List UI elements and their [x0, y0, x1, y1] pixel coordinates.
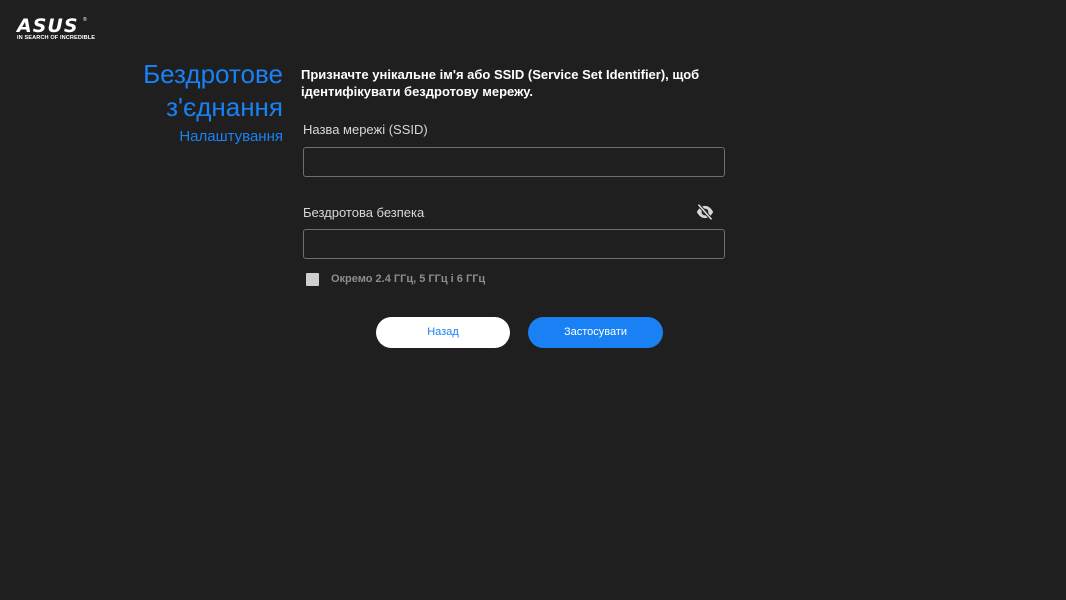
page-heading: Бездротове з'єднання Налаштування — [143, 58, 283, 146]
asus-logo: ASUS ® IN SEARCH OF INCREDIBLE — [17, 15, 96, 42]
page-title-line2: з'єднання — [166, 92, 283, 122]
page-title-line1: Бездротове — [143, 59, 283, 89]
eye-slash-icon[interactable] — [695, 203, 715, 221]
separate-bands-label: Окремо 2.4 ГГц, 5 ГГц і 6 ГГц — [331, 273, 486, 285]
page-subtitle: Налаштування — [179, 128, 283, 145]
ssid-input[interactable] — [303, 147, 725, 177]
ssid-label: Назва мережі (SSID) — [303, 122, 428, 137]
logo-tagline: IN SEARCH OF INCREDIBLE — [17, 35, 96, 41]
logo-wordmark: ASUS — [17, 15, 79, 37]
back-button[interactable]: Назад — [376, 317, 510, 348]
security-label: Бездротова безпека — [303, 205, 425, 220]
description-text: Призначте унікальне ім'я або SSID (Servi… — [301, 67, 700, 99]
apply-button[interactable]: Застосувати — [528, 317, 663, 348]
security-key-input[interactable] — [303, 229, 725, 259]
logo-trademark: ® — [83, 17, 87, 23]
separate-bands-checkbox[interactable] — [306, 273, 319, 286]
